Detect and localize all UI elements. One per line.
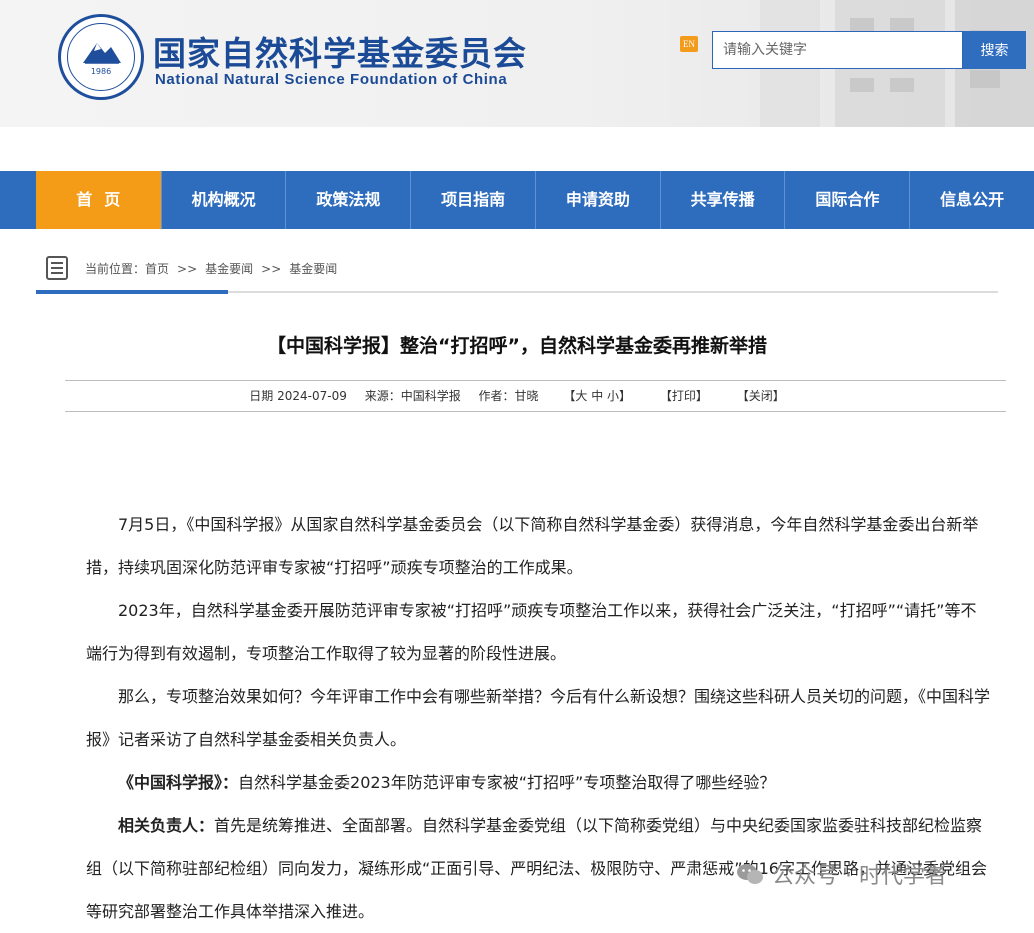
nav-item-policies[interactable]: 政策法规 bbox=[285, 171, 410, 229]
article-paragraph: 7月5日，《中国科学报》从国家自然科学基金委员会（以下简称自然科学基金委）获得消… bbox=[86, 503, 991, 589]
breadcrumb-prefix: 当前位置： bbox=[85, 262, 146, 276]
article-source: 来源：中国科学报 bbox=[364, 389, 461, 403]
search-button[interactable]: 搜索 bbox=[963, 31, 1026, 69]
header-background-window bbox=[850, 18, 874, 32]
article-paragraph: 《中国科学报》：自然科学基金委2023年防范评审专家被“打招呼”专项整治取得了哪… bbox=[86, 761, 991, 804]
article-date: 日期 2024-07-09 bbox=[249, 389, 347, 403]
article-meta: 日期 2024-07-09 来源：中国科学报 作者：甘晓 【大 中 小】 【打印… bbox=[0, 387, 1034, 404]
paragraph-text: 那么，专项整治效果如何？今年评审工作中会有哪些新举措？今后有什么新设想？围绕这些… bbox=[86, 687, 991, 749]
watermark: 公众号 · 时代学者 bbox=[736, 858, 947, 890]
nav-item-international[interactable]: 国际合作 bbox=[784, 171, 909, 229]
paragraph-text: 7月5日，《中国科学报》从国家自然科学基金委员会（以下简称自然科学基金委）获得消… bbox=[86, 515, 979, 577]
watermark-text: 公众号 · 时代学者 bbox=[772, 864, 947, 889]
english-version-button[interactable]: EN bbox=[680, 36, 698, 52]
header-background-window bbox=[850, 78, 874, 92]
print-link[interactable]: 【打印】 bbox=[660, 389, 708, 403]
header-background-window bbox=[890, 78, 914, 92]
logo-year: 1986 bbox=[90, 67, 112, 76]
location-icon bbox=[46, 256, 68, 280]
search-input[interactable] bbox=[712, 31, 963, 69]
nav-item-funding[interactable]: 申请资助 bbox=[534, 171, 660, 229]
header-background-window bbox=[890, 18, 914, 32]
main-nav: 首页 机构概况 政策法规 项目指南 申请资助 共享传播 国际合作 信息公开 bbox=[0, 171, 1034, 229]
nav-item-sharing[interactable]: 共享传播 bbox=[659, 171, 785, 229]
paragraph-text: 2023年，自然科学基金委开展防范评审专家被“打招呼”顽疾专项整治工作以来，获得… bbox=[86, 601, 977, 663]
breadcrumb-separator: >> bbox=[177, 262, 198, 276]
breadcrumb-divider-accent bbox=[36, 290, 228, 294]
answer-label: 相关负责人： bbox=[118, 816, 215, 835]
breadcrumb-link-news-current[interactable]: 基金要闻 bbox=[289, 262, 337, 276]
meta-divider-top bbox=[65, 380, 1006, 381]
nav-item-about[interactable]: 机构概况 bbox=[160, 171, 286, 229]
font-size-control[interactable]: 【大 中 小】 bbox=[563, 389, 631, 403]
wechat-icon bbox=[737, 864, 763, 884]
breadcrumb-link-news[interactable]: 基金要闻 bbox=[205, 262, 253, 276]
article-author: 作者：甘晓 bbox=[478, 389, 539, 403]
meta-divider-bottom bbox=[65, 411, 1006, 412]
nsfc-logo[interactable]: 1986 bbox=[58, 14, 144, 100]
paragraph-text: 自然科学基金委2023年防范评审专家被“打招呼”专项整治取得了哪些经验？ bbox=[238, 773, 776, 792]
question-label: 《中国科学报》： bbox=[118, 773, 239, 792]
breadcrumb-link-home[interactable]: 首页 bbox=[145, 262, 169, 276]
site-title-en[interactable]: National Natural Science Foundation of C… bbox=[155, 71, 507, 88]
header-background-window bbox=[970, 70, 1000, 88]
article-paragraph: 那么，专项整治效果如何？今年评审工作中会有哪些新举措？今后有什么新设想？围绕这些… bbox=[86, 675, 991, 761]
nav-item-home[interactable]: 首页 bbox=[35, 171, 161, 229]
logo-mountain-icon bbox=[83, 43, 121, 64]
site-header: 1986 国家自然科学基金委员会 National Natural Scienc… bbox=[0, 0, 1034, 127]
nav-item-disclosure[interactable]: 信息公开 bbox=[909, 171, 1034, 229]
breadcrumb-separator: >> bbox=[261, 262, 282, 276]
site-title-cn[interactable]: 国家自然科学基金委员会 bbox=[153, 27, 527, 75]
breadcrumb: 当前位置：首页 >> 基金要闻 >> 基金要闻 bbox=[85, 260, 343, 277]
close-link[interactable]: 【关闭】 bbox=[737, 389, 785, 403]
nav-item-guidelines[interactable]: 项目指南 bbox=[410, 171, 535, 229]
article-title: 【中国科学报】整治“打招呼”，自然科学基金委再推新举措 bbox=[267, 335, 767, 357]
article-paragraph: 2023年，自然科学基金委开展防范评审专家被“打招呼”顽疾专项整治工作以来，获得… bbox=[86, 589, 991, 675]
